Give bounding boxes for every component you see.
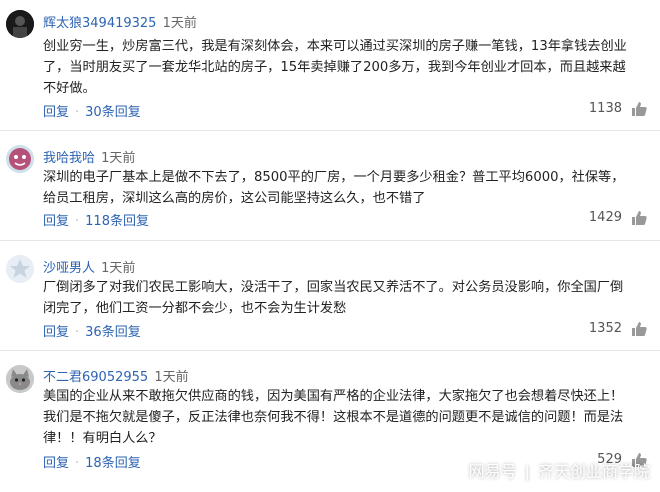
- avatar[interactable]: [6, 10, 34, 38]
- comment-line: 了，当时朋友买了一套龙华北站的房子，15年卖掉赚了200多万，我到今年创业才回本…: [43, 60, 626, 75]
- comment-text: 美国的企业从来不敢拖欠供应商的钱，因为美国有严格的企业法律，大家拖欠了也会想着尽…: [43, 386, 645, 449]
- avatar-cartoon-icon: [6, 145, 34, 173]
- separator: ·: [75, 105, 80, 120]
- comment-line: 厂倒闭多了对我们农民工影响大，没活干了，回家当农民又养活不了。对公务员没影响，你…: [43, 280, 624, 295]
- comment-line: 给员工租房，深圳这么高的房价，这公司能坚持这么久，也不错了: [43, 191, 426, 206]
- comment-text: 创业穷一生，炒房富三代，我是有深刻体会，本来可以通过买深圳的房子赚一笔钱，13年…: [43, 36, 645, 99]
- comment-time: 1天前: [154, 370, 189, 385]
- username-text[interactable]: 沙哑男人: [43, 261, 95, 276]
- reply-button[interactable]: 回复: [43, 105, 69, 120]
- avatar[interactable]: [6, 145, 34, 173]
- replies-count-link[interactable]: 30条回复: [85, 105, 141, 120]
- avatar-cat-icon: [6, 365, 34, 393]
- reply-button[interactable]: 回复: [43, 325, 69, 340]
- separator: ·: [75, 456, 80, 471]
- comment-text: 深圳的电子厂基本上是做不下去了，8500平的厂房，一个月要多少租金？普工平均60…: [43, 167, 645, 209]
- replies-count-link[interactable]: 18条回复: [85, 456, 141, 471]
- comment-time: 1天前: [162, 16, 197, 31]
- comment-username[interactable]: 不二君69052955 1天前: [43, 366, 189, 385]
- comment-item: 我哈我哈 1天前 深圳的电子厂基本上是做不下去了，8500平的厂房，一个月要多少…: [0, 131, 660, 241]
- replies-count-link[interactable]: 36条回复: [85, 325, 141, 340]
- avatar[interactable]: [6, 255, 34, 283]
- comment-actions: 回复 · 118条回复: [43, 210, 149, 229]
- like-count: 1352: [588, 321, 622, 336]
- comment-line: 律！！有明白人么？: [43, 431, 162, 446]
- replies-count-link[interactable]: 118条回复: [85, 214, 149, 229]
- comment-time: 1天前: [101, 261, 136, 276]
- comment-username[interactable]: 我哈我哈 1天前: [43, 147, 135, 166]
- comment-username[interactable]: 辉太狼349419325 1天前: [43, 12, 197, 31]
- watermark-source: 齐天创业商学院: [537, 462, 650, 481]
- comment-text: 厂倒闭多了对我们农民工影响大，没活干了，回家当农民又养活不了。对公务员没影响，你…: [43, 277, 645, 319]
- comment-line: 创业穷一生，炒房富三代，我是有深刻体会，本来可以通过买深圳的房子赚一笔钱，13年…: [43, 39, 627, 54]
- avatar[interactable]: [6, 365, 34, 393]
- like-count: 1429: [588, 210, 622, 225]
- comment-actions: 回复 · 18条回复: [43, 452, 141, 471]
- reply-button[interactable]: 回复: [43, 456, 69, 471]
- like-count: 1138: [588, 101, 622, 116]
- thumbs-up-icon[interactable]: [630, 209, 648, 227]
- comment-time: 1天前: [101, 151, 136, 166]
- avatar-star-icon: [6, 255, 34, 283]
- comment-username[interactable]: 沙哑男人 1天前: [43, 257, 135, 276]
- comment-item: 沙哑男人 1天前 厂倒闭多了对我们农民工影响大，没活干了，回家当农民又养活不了。…: [0, 241, 660, 351]
- reply-button[interactable]: 回复: [43, 214, 69, 229]
- comment-line: 我们是不拖欠就是傻子，反正法律也奈何我不得！这根本不是道德的问题更不是诚信的问题…: [43, 410, 624, 425]
- comment-line: 闭完了，他们工资一分都不会少，也不会为生计发愁: [43, 301, 347, 316]
- username-text[interactable]: 不二君69052955: [43, 370, 148, 385]
- watermark: 网易号 | 齐天创业商学院: [469, 458, 650, 482]
- avatar-dark-icon: [6, 10, 34, 38]
- comment-actions: 回复 · 30条回复: [43, 101, 141, 120]
- comment-actions: 回复 · 36条回复: [43, 321, 141, 340]
- separator: ·: [75, 325, 80, 340]
- thumbs-up-icon[interactable]: [630, 320, 648, 338]
- username-text[interactable]: 我哈我哈: [43, 151, 95, 166]
- comment-line: 深圳的电子厂基本上是做不下去了，8500平的厂房，一个月要多少租金？普工平均60…: [43, 170, 625, 185]
- comment-item: 辉太狼349419325 1天前 创业穷一生，炒房富三代，我是有深刻体会，本来可…: [0, 0, 660, 128]
- watermark-platform: 网易号: [468, 462, 517, 481]
- thumbs-up-icon[interactable]: [630, 100, 648, 118]
- username-text[interactable]: 辉太狼349419325: [43, 16, 156, 31]
- comment-line: 美国的企业从来不敢拖欠供应商的钱，因为美国有严格的企业法律，大家拖欠了也会想着尽…: [43, 389, 624, 404]
- separator: ·: [75, 214, 80, 229]
- watermark-separator: |: [524, 462, 530, 481]
- comment-line: 不好做。: [43, 81, 96, 96]
